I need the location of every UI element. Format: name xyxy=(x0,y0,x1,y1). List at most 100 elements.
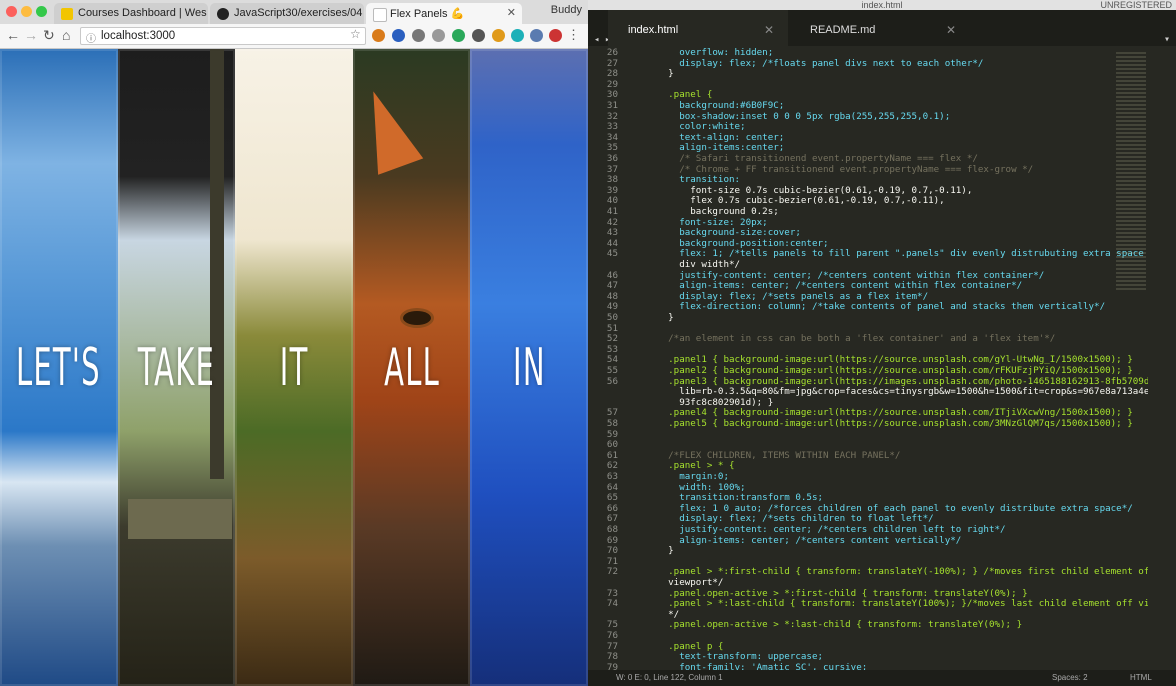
line-number: 55 xyxy=(606,365,618,376)
line-number: 56 xyxy=(606,375,618,387)
courses-favicon-icon xyxy=(61,8,73,20)
extension-icon[interactable] xyxy=(472,29,485,42)
tab-dropdown-icon[interactable]: ▾ xyxy=(1164,20,1170,60)
dock-pole xyxy=(209,49,224,479)
close-tab-icon[interactable]: ✕ xyxy=(507,6,516,19)
panel-1[interactable]: LET'S xyxy=(0,49,118,686)
panel-word: ALL xyxy=(383,337,440,398)
extension-icon[interactable] xyxy=(452,29,465,42)
back-icon[interactable]: ← xyxy=(6,27,20,43)
url-text: localhost:3000 xyxy=(101,30,176,42)
editor-window-title: index.html xyxy=(861,0,903,10)
code-line: .panel.open-active > *:last-child { tran… xyxy=(646,619,1023,631)
forward-icon[interactable]: → xyxy=(24,27,38,43)
tab-index-html[interactable]: index.html ✕ xyxy=(608,10,788,46)
code-line: } xyxy=(646,68,674,80)
code-line: background 0.2s; xyxy=(646,206,779,217)
code-line: overflow: hidden; xyxy=(646,47,774,58)
address-bar[interactable]: ⓘ localhost:3000 xyxy=(80,27,366,45)
tab-courses-dashboard[interactable]: Courses Dashboard | Wes Bo xyxy=(54,3,208,24)
line-number: 74 xyxy=(606,598,618,610)
panel-word: TAKE xyxy=(137,337,216,398)
tab-label: Courses Dashboard | Wes Bo xyxy=(78,7,208,19)
browser-window: Courses Dashboard | Wes Bo JavaScript30/… xyxy=(0,0,588,686)
tab-label: JavaScript30/exercises/04 – · xyxy=(234,7,364,19)
page-favicon-icon xyxy=(373,8,387,22)
fox-eye xyxy=(402,311,431,325)
line-number: 72 xyxy=(606,566,618,578)
line-number: 36 xyxy=(606,153,618,164)
browser-menu-icon[interactable]: ⋮ xyxy=(567,27,580,43)
code-line: margin:0; xyxy=(646,471,729,482)
close-tab-icon[interactable]: ✕ xyxy=(764,10,774,50)
line-number: 31 xyxy=(606,100,618,111)
panel-4[interactable]: ALL xyxy=(352,49,471,686)
code-line: .panel2 { background-image:url(https://s… xyxy=(646,365,1133,376)
editor-title-bar: index.html UNREGISTERED xyxy=(588,0,1176,10)
zoom-window-icon[interactable] xyxy=(36,6,47,17)
indentation-setting[interactable]: Spaces: 2 xyxy=(1052,670,1088,686)
minimize-window-icon[interactable] xyxy=(21,6,32,17)
status-bar: W: 0 E: 0, Line 122, Column 1 Spaces: 2 … xyxy=(588,670,1176,686)
editor-tab-label: README.md xyxy=(810,24,876,36)
extension-icon[interactable] xyxy=(511,29,524,42)
code-line: align-items: center; /*centers content v… xyxy=(646,534,962,546)
reload-icon[interactable]: ↻ xyxy=(43,27,55,43)
code-line: div width*/ xyxy=(646,259,741,270)
code-line: font-family: 'Amatic SC', cursive; xyxy=(646,661,868,670)
close-window-icon[interactable] xyxy=(6,6,17,17)
code-line: .panel5 { background-image:url(https://s… xyxy=(646,418,1133,429)
tab-flex-panels[interactable]: Flex Panels 💪 ✕ xyxy=(366,3,522,24)
fox-ear xyxy=(352,83,424,175)
extension-icon[interactable] xyxy=(530,29,543,42)
line-number: 50 xyxy=(606,312,618,323)
panel-3[interactable]: IT xyxy=(235,49,353,686)
code-line: display: flex; /*floats panel divs next … xyxy=(646,57,984,69)
dock-steps xyxy=(127,499,232,539)
browser-tab-strip: Courses Dashboard | Wes Bo JavaScript30/… xyxy=(0,0,588,24)
line-number: 79 xyxy=(606,661,618,670)
code-line: /*an element in css can be both a 'flex … xyxy=(646,333,1056,345)
code-line: background:#6B0F9C; xyxy=(646,100,785,111)
extension-icon[interactable] xyxy=(549,29,562,42)
code-line: viewport*/ xyxy=(646,577,724,588)
code-line: } xyxy=(646,312,674,323)
editor-tab-label: index.html xyxy=(628,24,679,36)
panel-2[interactable]: TAKE xyxy=(117,49,236,686)
line-number: 63 xyxy=(606,471,618,482)
flex-panels: LET'S TAKE IT ALL IN xyxy=(0,49,588,686)
github-icon xyxy=(217,8,229,20)
status-position: W: 0 E: 0, Line 122, Column 1 xyxy=(616,673,723,682)
panel-word: IN xyxy=(512,337,546,398)
code-line: .panel > *:last-child { transform: trans… xyxy=(646,598,1148,610)
minimap[interactable] xyxy=(1116,52,1146,292)
syntax-mode[interactable]: HTML xyxy=(1130,670,1152,686)
camera-icon[interactable] xyxy=(432,29,445,42)
extension-icon[interactable] xyxy=(412,29,425,42)
line-number: 76 xyxy=(606,630,618,641)
bookmark-star-icon[interactable]: ☆ xyxy=(350,27,361,41)
code-editor-window: index.html UNREGISTERED ◂ ▸ index.html ✕… xyxy=(588,0,1176,686)
code-line: justify-content: center; /*centers child… xyxy=(646,524,1006,535)
browser-toolbar: ← → ↻ ⌂ ⓘ localhost:3000 ☆ ⋮ xyxy=(0,24,588,49)
tab-readme[interactable]: README.md ✕ xyxy=(790,10,970,46)
panel-5[interactable]: IN xyxy=(470,49,588,686)
code-line: flex-direction: column; /*take contents … xyxy=(646,301,1106,313)
unregistered-label: UNREGISTERED xyxy=(1100,0,1172,10)
extension-icon[interactable] xyxy=(392,29,405,42)
line-number: 26 xyxy=(606,47,618,58)
tab-javascript30-github[interactable]: JavaScript30/exercises/04 – · xyxy=(210,3,364,24)
home-icon[interactable]: ⌂ xyxy=(62,27,70,43)
code-line: /* Safari transitionend event.propertyNa… xyxy=(646,153,978,164)
line-number: 45 xyxy=(606,248,618,260)
extension-icon[interactable] xyxy=(372,29,385,42)
code-area[interactable]: 26 overflow: hidden; 27 display: flex; /*… xyxy=(588,46,1148,670)
panel-word: LET'S xyxy=(16,337,102,398)
tab-label: Flex Panels 💪 xyxy=(390,8,465,20)
profile-name[interactable]: Buddy xyxy=(551,4,582,16)
extension-icon[interactable] xyxy=(492,29,505,42)
close-tab-icon[interactable]: ✕ xyxy=(946,10,956,50)
line-number: 41 xyxy=(606,206,618,217)
code-line: } xyxy=(646,545,674,557)
site-info-icon[interactable]: ⓘ xyxy=(86,30,96,45)
